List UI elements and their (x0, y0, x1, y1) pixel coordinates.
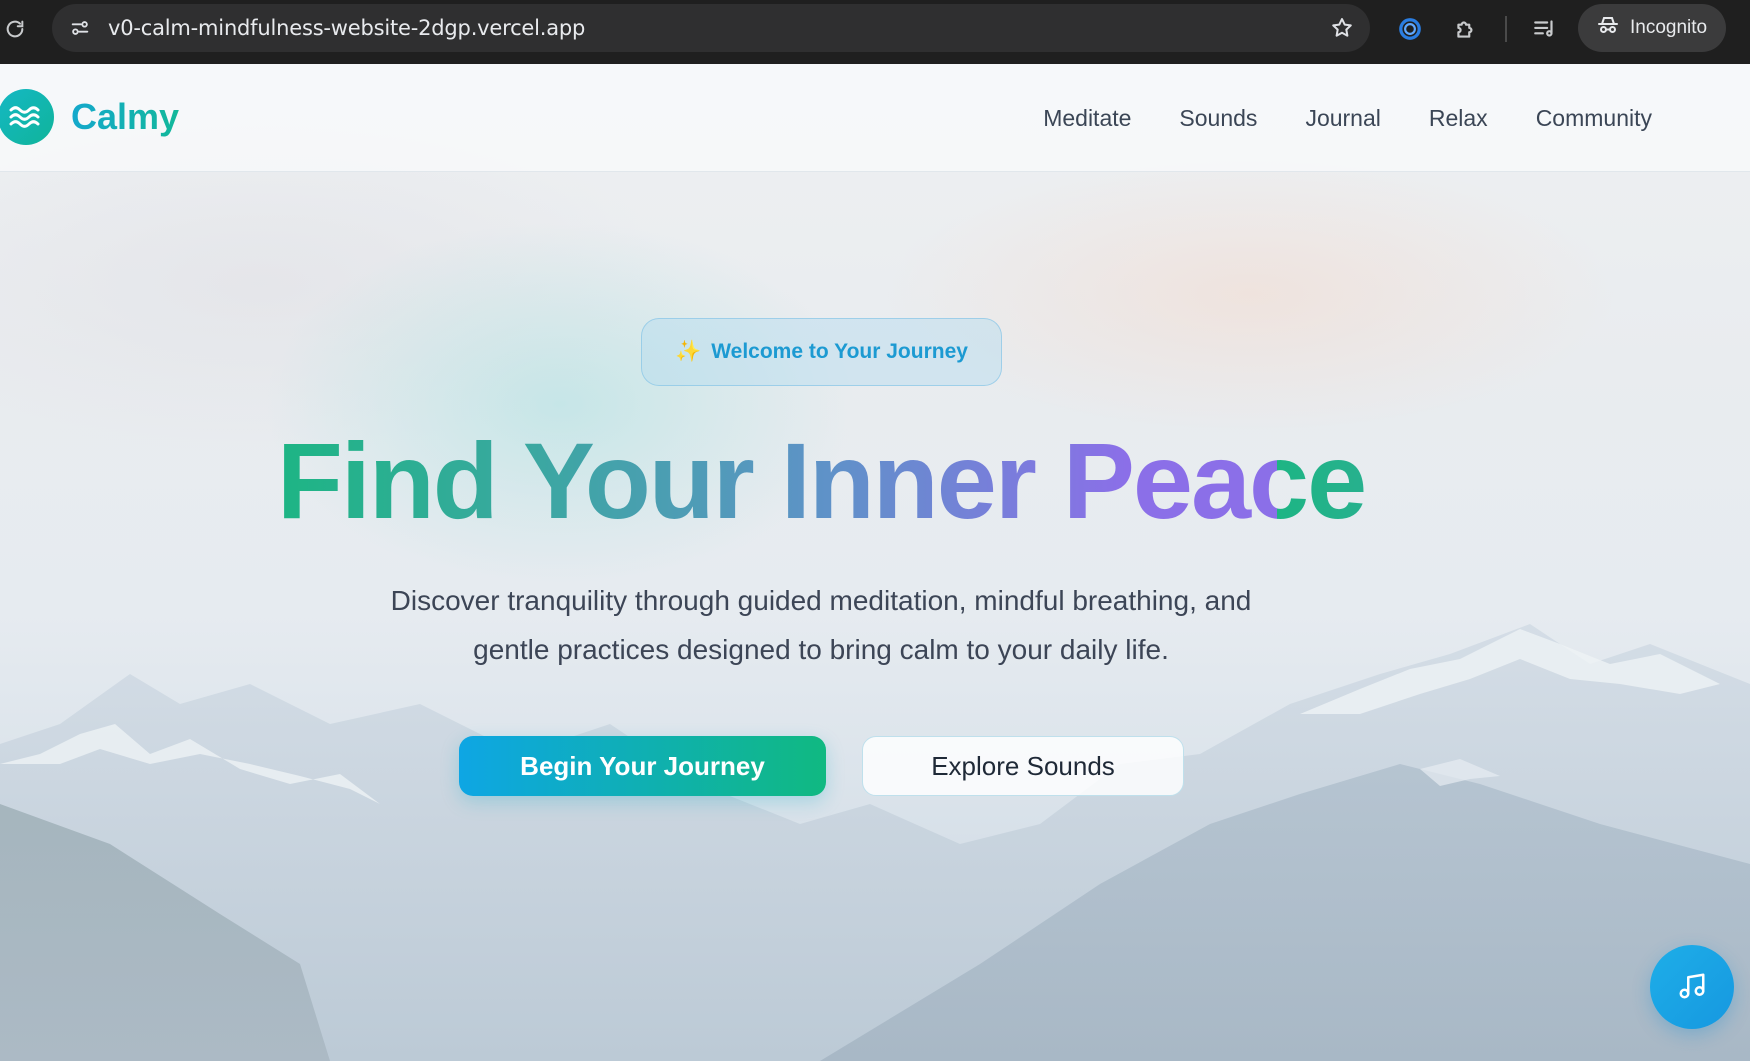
hero-headline: Find Your Inner Peace (0, 416, 1642, 546)
browser-toolbar: v0-calm-mindfulness-website-2dgp.vercel.… (0, 0, 1750, 64)
toolbar-divider (1505, 16, 1507, 42)
site-info-icon[interactable] (66, 14, 94, 42)
welcome-badge: ✨ Welcome to Your Journey (641, 318, 1002, 386)
mountain-background (0, 624, 1750, 1061)
incognito-label: Incognito (1630, 17, 1708, 38)
nav-link-sounds[interactable]: Sounds (1179, 105, 1257, 132)
nav-link-meditate[interactable]: Meditate (1043, 105, 1131, 132)
welcome-badge-text: Welcome to Your Journey (711, 340, 968, 363)
hero-subtitle-line-2: gentle practices designed to bring calm … (473, 634, 1169, 665)
hero-subtitle: Discover tranquility through guided medi… (310, 576, 1332, 674)
waves-icon[interactable] (0, 89, 54, 145)
nav-link-journal[interactable]: Journal (1305, 105, 1380, 132)
main-navigation: Meditate Sounds Journal Relax Community (1043, 64, 1652, 172)
address-bar[interactable]: v0-calm-mindfulness-website-2dgp.vercel.… (52, 4, 1370, 52)
music-note-icon (1677, 971, 1707, 1004)
music-player-button[interactable] (1650, 945, 1734, 1029)
extension-ring-icon[interactable] (1395, 14, 1425, 44)
brand-logo-text[interactable]: Calmy (71, 92, 179, 142)
incognito-icon (1596, 13, 1620, 43)
reload-icon[interactable] (2, 14, 28, 44)
extensions-puzzle-icon[interactable] (1451, 14, 1481, 44)
media-queue-icon[interactable] (1530, 14, 1560, 44)
page-viewport: Calmy Meditate Sounds Journal Relax Comm… (0, 64, 1750, 1061)
sparkles-icon: ✨ (675, 340, 702, 363)
begin-journey-button[interactable]: Begin Your Journey (459, 736, 826, 796)
bookmark-star-icon[interactable] (1328, 14, 1356, 42)
explore-sounds-button[interactable]: Explore Sounds (862, 736, 1184, 796)
url-text[interactable]: v0-calm-mindfulness-website-2dgp.vercel.… (108, 4, 585, 52)
site-header: Calmy Meditate Sounds Journal Relax Comm… (0, 64, 1750, 172)
incognito-indicator[interactable]: Incognito (1578, 4, 1726, 52)
nav-link-relax[interactable]: Relax (1429, 105, 1488, 132)
nav-link-community[interactable]: Community (1536, 105, 1652, 132)
hero-subtitle-line-1: Discover tranquility through guided medi… (390, 585, 1252, 616)
hero-headline-text: Find Your Inner Peace (276, 420, 1367, 541)
